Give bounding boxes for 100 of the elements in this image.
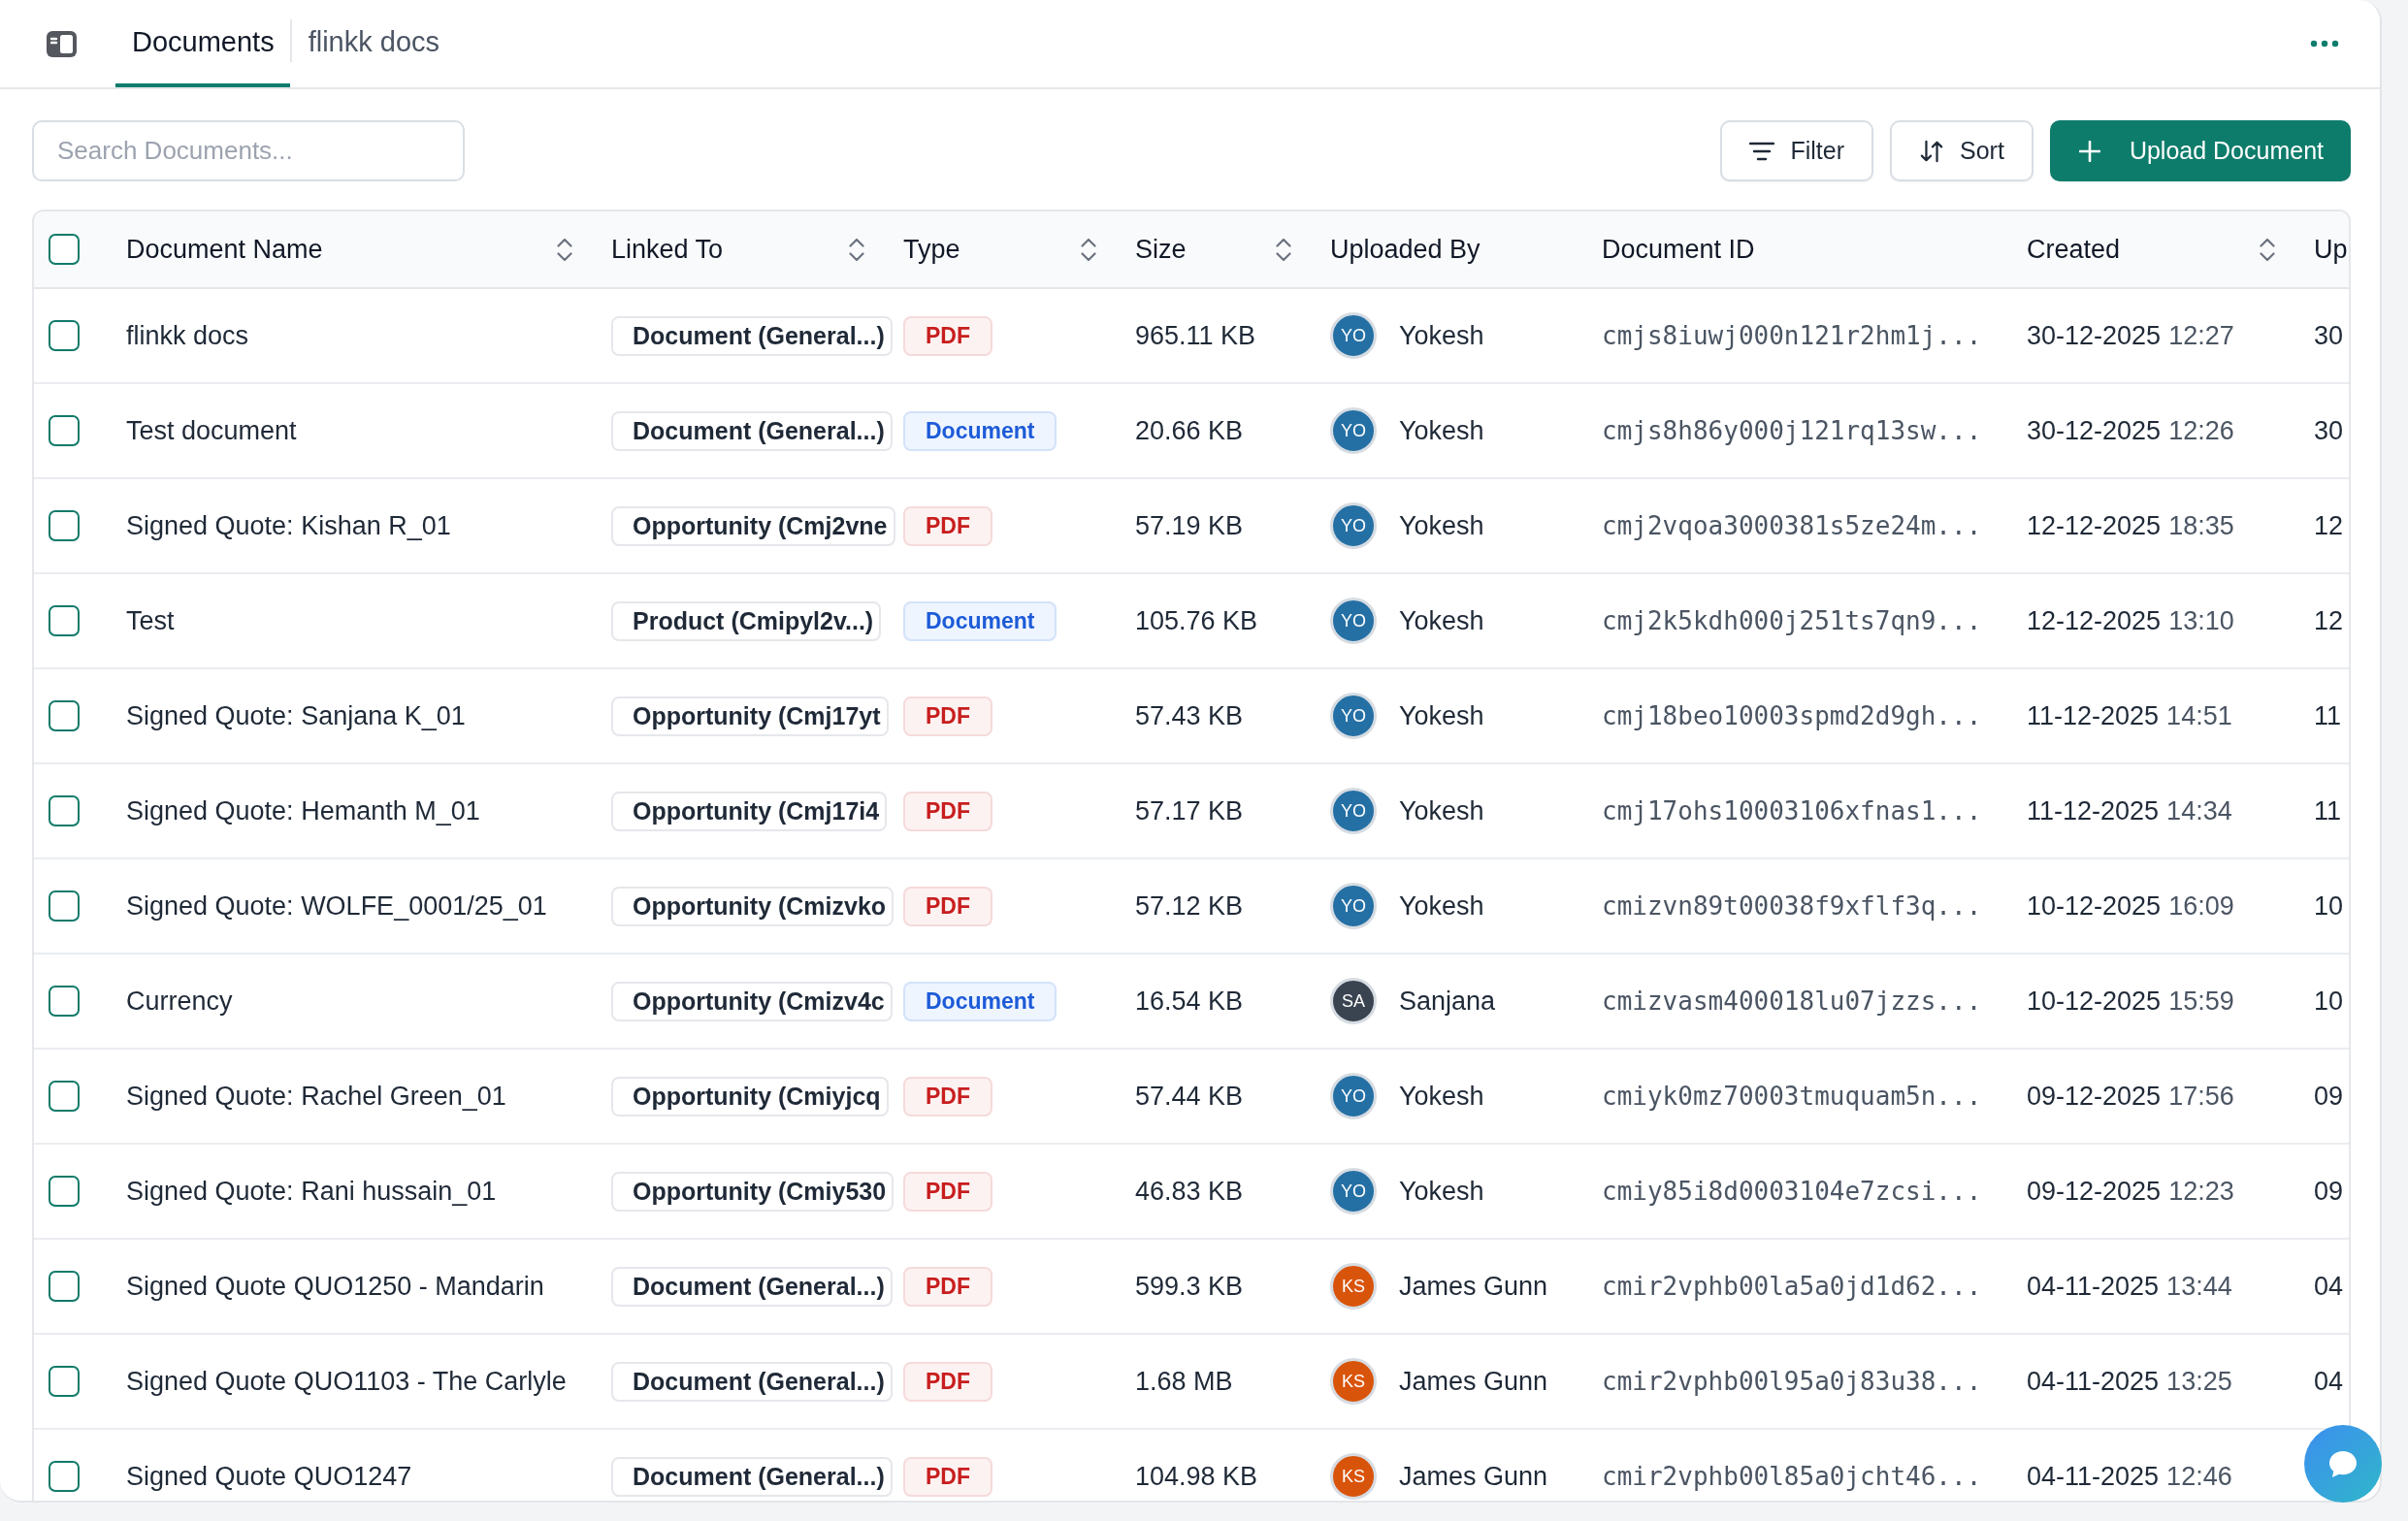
created-time: 15:59: [2168, 986, 2234, 1017]
checkbox[interactable]: [49, 700, 80, 731]
search-field[interactable]: Search Documents...: [32, 120, 465, 181]
document-id: cmjs8h86y000j121rq13sw...: [1602, 416, 1982, 445]
document-name: Signed Quote QUO1250 - Mandarin: [126, 1271, 544, 1302]
created-date: 04-11-2025: [2027, 1271, 2160, 1302]
linked-record-tag[interactable]: Document (General...): [611, 315, 893, 356]
table-cell: 11: [2314, 795, 2342, 826]
user-avatar: KS: [1330, 1453, 1377, 1500]
sort-button[interactable]: Sort: [1890, 120, 2034, 181]
uploader-name: James Gunn: [1399, 1271, 1548, 1302]
file-size: 57.12 KB: [1135, 890, 1244, 922]
created-date: 11-12-2025: [2027, 700, 2160, 731]
file-size: 105.76 KB: [1135, 605, 1258, 636]
checkbox[interactable]: [49, 510, 80, 541]
created-time: 13:44: [2166, 1271, 2232, 1302]
sort-chevrons-icon[interactable]: [1275, 236, 1292, 263]
document-name: Test: [126, 605, 175, 636]
file-size: 599.3 KB: [1135, 1271, 1244, 1302]
created-date: 30-12-2025: [2027, 320, 2162, 351]
column-header: Document Name: [126, 234, 323, 265]
checkbox[interactable]: [49, 1271, 80, 1302]
checkbox[interactable]: [49, 320, 80, 351]
uploader-name: Yokesh: [1399, 890, 1484, 922]
linked-record-tag[interactable]: Opportunity (Cmiy530: [611, 1171, 895, 1212]
linked-record-tag[interactable]: Opportunity (Cmizvko: [611, 886, 895, 926]
linked-record-tag[interactable]: Opportunity (Cmiyjcq: [611, 1076, 889, 1116]
checkbox[interactable]: [49, 605, 80, 636]
column-header: Type: [903, 234, 960, 265]
sidebar-toggle-icon[interactable]: [47, 30, 77, 57]
checkbox[interactable]: [49, 890, 80, 922]
table-cell: 09: [2314, 1081, 2344, 1112]
more-options-icon[interactable]: [2310, 40, 2339, 48]
created-date: 30-12-2025: [2027, 415, 2162, 446]
file-type-tag: Document: [903, 981, 1058, 1021]
uploader-name: Yokesh: [1399, 510, 1484, 541]
document-id: cmiyk0mz70003tmuquam5n...: [1602, 1082, 1982, 1111]
file-size: 57.44 KB: [1135, 1081, 1244, 1112]
checkbox[interactable]: [49, 415, 80, 446]
file-type-tag: PDF: [903, 315, 992, 356]
checkbox[interactable]: [49, 1176, 80, 1207]
uploader-name: James Gunn: [1399, 1366, 1548, 1397]
uploader-name: Yokesh: [1399, 605, 1484, 636]
column-header: Document ID: [1602, 234, 1755, 265]
created-time: 18:35: [2168, 510, 2234, 541]
uploader-name: Yokesh: [1399, 1081, 1484, 1112]
created-date: 04-11-2025: [2027, 1461, 2160, 1492]
file-type-tag: PDF: [903, 1171, 992, 1212]
created-time: 14:34: [2166, 795, 2232, 826]
checkbox[interactable]: [49, 1081, 80, 1112]
checkbox[interactable]: [49, 1461, 80, 1492]
document-id: cmj18beo10003spmd2d9gh...: [1602, 701, 1982, 730]
document-id: cmj17ohs10003106xfnas1...: [1602, 796, 1982, 825]
user-avatar: YO: [1330, 1073, 1377, 1119]
table-cell: 30: [2314, 415, 2344, 446]
plus-icon: [2078, 140, 2100, 162]
table-cell: 04: [2314, 1366, 2344, 1397]
linked-record-tag[interactable]: Document (General...): [611, 410, 893, 451]
table-cell: 10: [2314, 986, 2344, 1017]
document-name: Signed Quote: WOLFE_0001/25_01: [126, 890, 547, 922]
document-id: cmir2vphb00l95a0j83u38...: [1602, 1367, 1982, 1396]
file-size: 16.54 KB: [1135, 986, 1244, 1017]
linked-record-tag[interactable]: Document (General...): [611, 1361, 893, 1402]
sort-chevrons-icon[interactable]: [556, 236, 573, 263]
filter-button[interactable]: Filter: [1720, 120, 1873, 181]
tab[interactable]: flinkk docs: [291, 0, 456, 87]
checkbox[interactable]: [49, 986, 80, 1017]
user-avatar: YO: [1330, 693, 1377, 739]
linked-record-tag[interactable]: Opportunity (Cmj2vne: [611, 505, 895, 546]
file-size: 1.68 MB: [1135, 1366, 1233, 1397]
checkbox[interactable]: [49, 795, 80, 826]
linked-record-tag[interactable]: Opportunity (Cmizv4c: [611, 981, 893, 1021]
linked-record-tag[interactable]: Opportunity (Cmj17i4: [611, 791, 888, 831]
file-size: 46.83 KB: [1135, 1176, 1244, 1207]
user-avatar: KS: [1330, 1263, 1377, 1310]
file-size: 104.98 KB: [1135, 1461, 1258, 1492]
file-size: 965.11 KB: [1135, 320, 1256, 351]
linked-record-tag[interactable]: Document (General...): [611, 1456, 893, 1497]
sort-chevrons-icon[interactable]: [848, 236, 865, 263]
user-avatar: YO: [1330, 598, 1377, 644]
sort-chevrons-icon[interactable]: [2259, 236, 2276, 263]
user-avatar: SA: [1330, 978, 1377, 1024]
upload-button[interactable]: Upload Document: [2049, 120, 2351, 181]
linked-record-tag[interactable]: Opportunity (Cmj17yt: [611, 696, 889, 736]
file-size: 57.19 KB: [1135, 510, 1244, 541]
column-header: Up: [2314, 234, 2348, 265]
file-type-tag: Document: [903, 600, 1058, 641]
created-date: 10-12-2025: [2027, 890, 2162, 922]
linked-record-tag[interactable]: Document (General...): [611, 1266, 893, 1307]
uploader-name: Yokesh: [1399, 795, 1484, 826]
user-avatar: YO: [1330, 407, 1377, 454]
checkbox[interactable]: [49, 1366, 80, 1397]
document-name: Signed Quote QUO1103 - The Carlyle: [126, 1366, 567, 1397]
created-date: 11-12-2025: [2027, 795, 2160, 826]
sort-chevrons-icon[interactable]: [1080, 236, 1097, 263]
linked-record-tag[interactable]: Product (Cmipyl2v...): [611, 600, 882, 641]
table-cell: 30: [2314, 320, 2344, 351]
checkbox[interactable]: [49, 234, 80, 265]
document-name: Signed Quote: Rani hussain_01: [126, 1176, 497, 1207]
document-id: cmj2vqoa3000381s5ze24m...: [1602, 511, 1982, 540]
